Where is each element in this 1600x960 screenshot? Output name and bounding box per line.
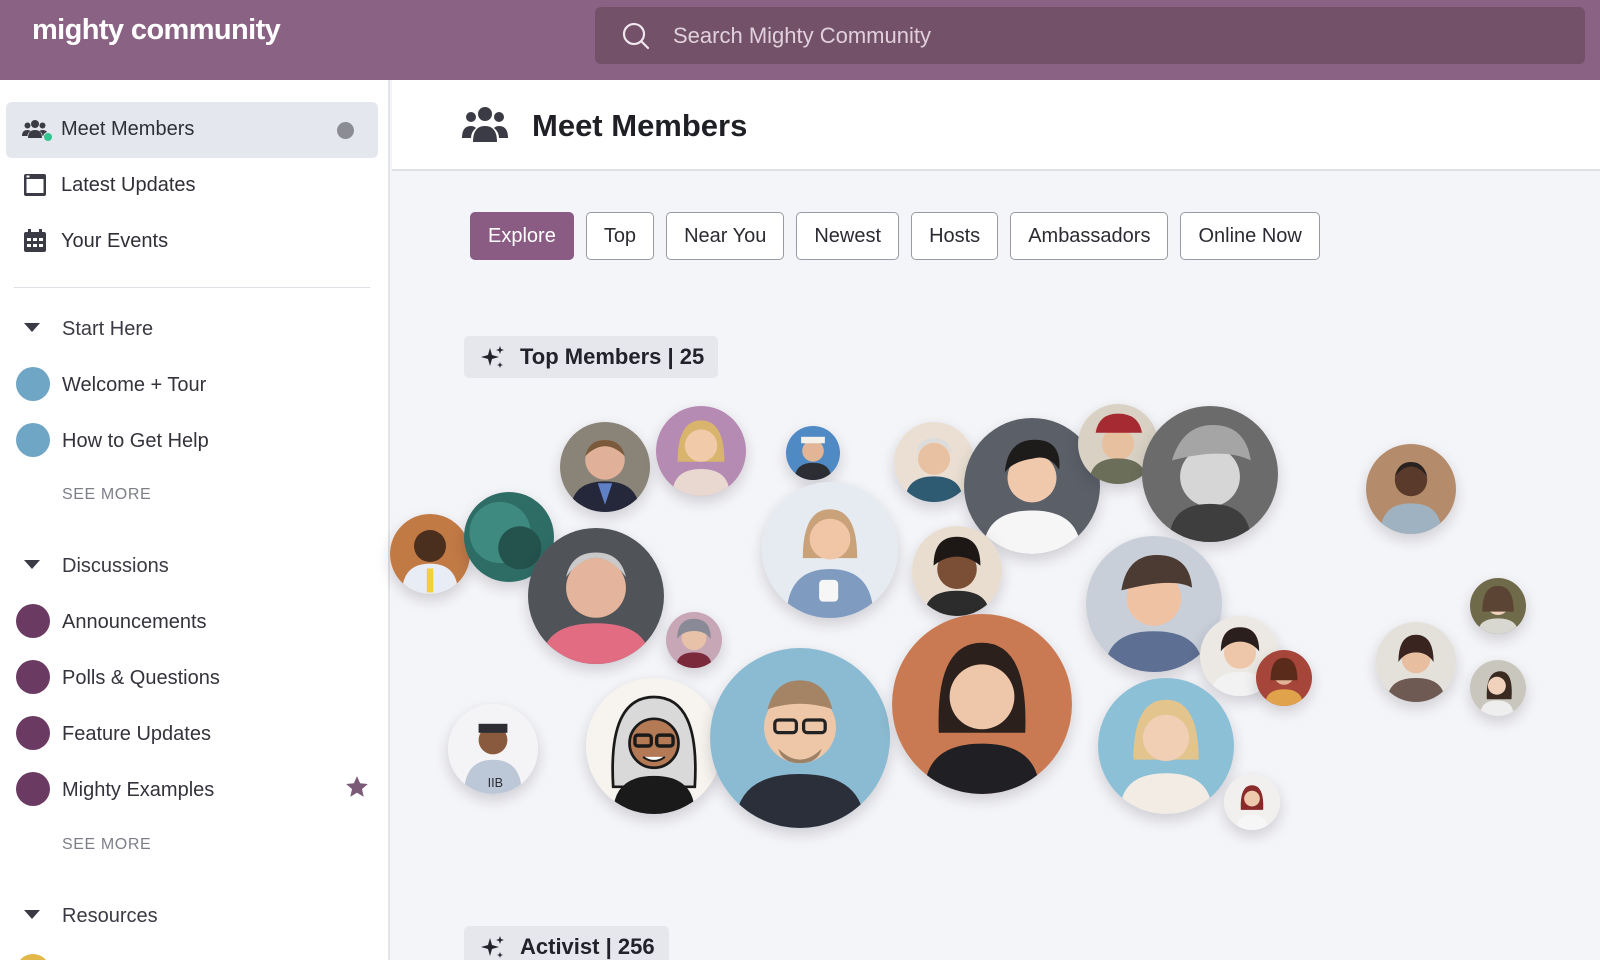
member-avatar[interactable]: [1470, 578, 1526, 634]
notification-dot: [337, 122, 354, 139]
sidebar-divider: [14, 287, 370, 288]
tab-newest[interactable]: Newest: [796, 212, 900, 260]
member-avatar[interactable]: [912, 526, 1002, 616]
caret-down-icon: [24, 323, 40, 333]
member-avatar[interactable]: [710, 648, 890, 828]
space-label: Mighty Examples: [62, 779, 215, 801]
space-label: Announcements: [62, 611, 207, 633]
space-label: Polls & Questions: [62, 667, 220, 689]
online-status-dot: [43, 132, 53, 142]
section-toggle-discussions[interactable]: Discussions: [24, 555, 169, 578]
tab-online-now[interactable]: Online Now: [1180, 212, 1320, 260]
member-avatar[interactable]: [560, 422, 650, 512]
users-icon: [462, 107, 508, 142]
space-welcome-tour[interactable]: Welcome + Tour: [16, 365, 376, 405]
sparkle-icon: [481, 346, 504, 368]
search-icon: [622, 22, 650, 50]
member-avatar[interactable]: [1142, 406, 1278, 542]
space-announcements[interactable]: Announcements: [16, 602, 376, 642]
member-avatar[interactable]: [656, 406, 746, 496]
nav-meet-members[interactable]: Meet Members: [6, 102, 378, 158]
member-avatar[interactable]: [786, 426, 840, 480]
space-avatar: [16, 954, 50, 960]
nav-label: Your Events: [61, 230, 169, 252]
member-avatar[interactable]: [892, 614, 1072, 794]
caret-down-icon: [24, 910, 40, 920]
section-title: Resources: [62, 905, 158, 927]
space-avatar: [16, 772, 50, 806]
member-avatar[interactable]: [666, 612, 722, 668]
section-label: Top Members | 25: [520, 344, 705, 369]
tab-explore[interactable]: Explore: [470, 212, 574, 260]
tab-ambassadors[interactable]: Ambassadors: [1010, 212, 1169, 260]
space-mighty-examples[interactable]: Mighty Examples: [16, 770, 376, 810]
section-title: Start Here: [62, 318, 154, 340]
member-avatar[interactable]: [528, 528, 664, 664]
space-label: Feature Updates: [62, 723, 211, 745]
nav-your-events[interactable]: Your Events: [6, 214, 378, 270]
member-avatar[interactable]: [1098, 678, 1234, 814]
page-title: Meet Members: [532, 108, 748, 143]
activist-badge[interactable]: Activist | 256: [464, 926, 669, 960]
space-polls-questions[interactable]: Polls & Questions: [16, 658, 376, 698]
section-toggle-start-here[interactable]: Start Here: [24, 318, 153, 341]
tab-hosts[interactable]: Hosts: [911, 212, 999, 260]
member-avatar[interactable]: [1470, 660, 1526, 716]
section-label: Activist | 256: [520, 934, 655, 959]
caret-down-icon: [24, 560, 40, 570]
member-avatar[interactable]: [1376, 622, 1456, 702]
see-more-link[interactable]: SEE MORE: [62, 836, 151, 854]
nav-label: Latest Updates: [61, 174, 196, 196]
space-avatar: [16, 423, 50, 457]
member-avatar[interactable]: [1224, 774, 1280, 830]
space-label: How to Get Help: [62, 430, 209, 452]
calendar-icon: [24, 229, 46, 252]
page-header: Meet Members: [392, 80, 1600, 171]
newspaper-icon: [24, 174, 46, 196]
top-bar: mighty community: [0, 0, 1600, 80]
nav-label: Meet Members: [61, 118, 195, 140]
space-avatar: [16, 716, 50, 750]
member-avatar[interactable]: [1366, 444, 1456, 534]
sidebar: Meet Members Latest Updates Your Events …: [0, 80, 390, 960]
space-feature-updates[interactable]: Feature Updates: [16, 714, 376, 754]
see-more-link[interactable]: SEE MORE: [62, 486, 151, 504]
section-toggle-resources[interactable]: Resources: [24, 905, 158, 928]
member-tabs: Explore Top Near You Newest Hosts Ambass…: [470, 212, 1320, 260]
member-avatar[interactable]: [390, 514, 470, 594]
space-avatar: [16, 604, 50, 638]
member-avatar[interactable]: [1256, 650, 1312, 706]
main-content: Meet Members Explore Top Near You Newest…: [390, 80, 1600, 960]
star-icon[interactable]: [344, 774, 370, 800]
search-bar[interactable]: [595, 7, 1585, 64]
space-how-to-get-help[interactable]: How to Get Help: [16, 421, 376, 461]
space-avatar: [16, 660, 50, 694]
space-avatar: [16, 367, 50, 401]
brand-logo[interactable]: mighty community: [32, 14, 281, 47]
member-avatar[interactable]: [762, 482, 898, 618]
tab-near-you[interactable]: Near You: [666, 212, 785, 260]
svg-text:IIB: IIB: [488, 776, 503, 790]
space-label: Welcome + Tour: [62, 374, 207, 396]
sparkle-icon: [481, 936, 504, 958]
top-members-badge[interactable]: Top Members | 25: [464, 336, 719, 378]
member-avatar[interactable]: [586, 678, 722, 814]
member-avatar[interactable]: [894, 422, 974, 502]
tab-top[interactable]: Top: [585, 212, 655, 260]
section-title: Discussions: [62, 555, 169, 577]
member-avatar[interactable]: IIB: [448, 704, 538, 794]
nav-latest-updates[interactable]: Latest Updates: [6, 158, 378, 214]
search-input[interactable]: [673, 7, 1553, 64]
